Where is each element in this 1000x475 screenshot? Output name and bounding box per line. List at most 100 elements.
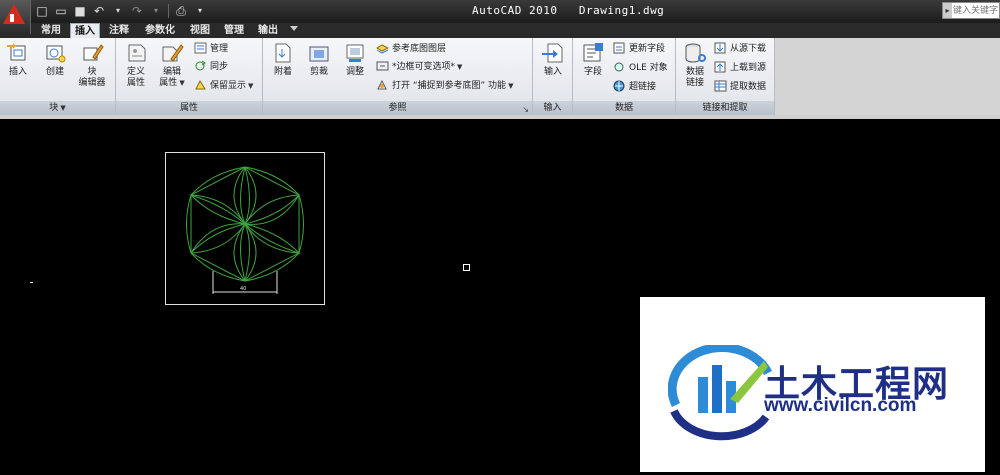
autocad-logo-icon bbox=[3, 4, 25, 24]
tab-view[interactable]: 视图 bbox=[186, 23, 214, 38]
tab-home[interactable]: 常用 bbox=[36, 23, 66, 38]
field-icon bbox=[583, 43, 603, 62]
tab-annotate[interactable]: 注释 bbox=[104, 23, 134, 38]
toolbar-separator bbox=[168, 4, 169, 18]
panel-label-block[interactable]: 块 ▼ bbox=[0, 101, 115, 115]
define-attributes-icon bbox=[128, 44, 146, 62]
block-editor-button[interactable]: 块 编辑器 bbox=[74, 41, 110, 89]
redo-icon[interactable]: ↷ bbox=[130, 4, 144, 18]
synchronize-icon bbox=[195, 60, 206, 71]
petal-arcs bbox=[186, 166, 304, 282]
search-expand-icon[interactable]: ▸ bbox=[943, 3, 952, 18]
edit-attributes-button[interactable]: 编辑 属性 ▼ bbox=[154, 41, 190, 89]
data-link-button[interactable]: 数据 链接 bbox=[677, 41, 713, 89]
snap-to-underlay-button[interactable]: 打开 “捕捉到参考底图” 功能 ▼ bbox=[376, 79, 513, 94]
tab-output[interactable]: 输出 bbox=[254, 23, 282, 38]
adjust-icon bbox=[346, 44, 364, 62]
title-bar: □ ▭ ■ ↶ ▾ ↷ ▾ ⎙ ▾ AutoCAD 2010 Drawing1.… bbox=[0, 0, 1000, 23]
ribbon-empty-area bbox=[775, 38, 1000, 115]
extract-data-icon bbox=[714, 80, 727, 92]
panel-dialog-launcher-icon[interactable]: ↘ bbox=[522, 105, 529, 114]
save-icon[interactable]: ■ bbox=[73, 4, 87, 18]
insert-block-icon bbox=[7, 43, 26, 61]
dropdown-arrow-icon: ▼ bbox=[248, 82, 254, 90]
crosshair-pickbox bbox=[463, 264, 470, 271]
tab-parametric[interactable]: 参数化 bbox=[140, 23, 180, 38]
dimension-text: 40 bbox=[240, 286, 247, 292]
update-fields-icon bbox=[613, 42, 625, 54]
watermark-url: www.civilcn.com bbox=[764, 395, 917, 416]
clip-button[interactable]: 剪裁 bbox=[301, 41, 337, 78]
panel-reference: 附着 剪裁 调整 参考底图图层 *边框可变选项* ▼ 打开 “捕捉到参考底图” 功… bbox=[263, 38, 533, 115]
panel-label-import: 输入 bbox=[533, 101, 572, 115]
hyperlink-icon bbox=[613, 80, 625, 92]
ribbon: 插入 创建 块 编辑器 块 ▼ 定义 属性 编辑 属性 ▼ 管理 同步 保留显示… bbox=[0, 38, 775, 115]
drawing-viewport-frame: 40 bbox=[165, 152, 325, 305]
define-attributes-button[interactable]: 定义 属性 bbox=[118, 41, 154, 89]
import-button[interactable]: 输入 bbox=[535, 41, 571, 78]
insert-block-button[interactable]: 插入 bbox=[0, 41, 36, 78]
panel-block: 插入 创建 块 编辑器 块 ▼ bbox=[0, 38, 116, 115]
open-file-icon[interactable]: ▭ bbox=[54, 4, 68, 18]
update-fields-button[interactable]: 更新字段 bbox=[613, 42, 665, 57]
panel-linking: 数据 链接 从源下载 上载到源 提取数据 链接和提取 bbox=[676, 38, 775, 115]
clip-icon bbox=[309, 46, 329, 62]
frame-options-button[interactable]: *边框可变选项* ▼ bbox=[376, 60, 462, 75]
create-block-icon bbox=[46, 45, 66, 63]
panel-data: 字段 更新字段 OLE 对象 超链接 数据 bbox=[573, 38, 676, 115]
edit-attributes-icon bbox=[162, 44, 184, 62]
undo-dropdown-icon[interactable]: ▾ bbox=[111, 4, 125, 18]
block-editor-icon bbox=[83, 44, 104, 61]
ole-object-button[interactable]: OLE 对象 bbox=[613, 61, 668, 76]
window-title: AutoCAD 2010 Drawing1.dwg bbox=[472, 4, 665, 17]
canvas-mark bbox=[30, 282, 33, 283]
download-from-source-icon bbox=[714, 42, 726, 54]
underlay-layers-button[interactable]: 参考底图图层 bbox=[376, 42, 446, 57]
underlay-layers-icon bbox=[376, 44, 389, 54]
undo-icon[interactable]: ↶ bbox=[92, 4, 106, 18]
plot-icon[interactable]: ⎙ bbox=[174, 4, 188, 18]
ole-object-icon bbox=[614, 62, 624, 72]
frame-options-icon bbox=[376, 61, 389, 71]
manage-attributes-button[interactable]: 管理 bbox=[194, 42, 228, 57]
search-box[interactable]: ▸ bbox=[942, 2, 1000, 19]
dropdown-arrow-icon: ▼ bbox=[508, 82, 514, 90]
manage-attributes-icon bbox=[194, 42, 207, 54]
new-file-icon[interactable]: □ bbox=[35, 4, 49, 18]
retain-display-icon bbox=[195, 79, 206, 90]
hyperlink-button[interactable]: 超链接 bbox=[613, 80, 656, 95]
search-input[interactable] bbox=[953, 3, 999, 18]
adjust-button[interactable]: 调整 bbox=[337, 41, 373, 78]
snap-to-underlay-icon bbox=[377, 79, 387, 90]
dropdown-arrow-icon: ▼ bbox=[457, 63, 463, 71]
upload-to-source-button[interactable]: 上载到源 bbox=[714, 61, 766, 76]
retain-display-button[interactable]: 保留显示 ▼ bbox=[194, 79, 253, 94]
application-menu-button[interactable] bbox=[0, 0, 31, 34]
hexagon-flower-drawing bbox=[186, 166, 304, 294]
quick-access-toolbar: □ ▭ ■ ↶ ▾ ↷ ▾ ⎙ ▾ bbox=[35, 3, 207, 19]
customize-dropdown-icon[interactable]: ▾ bbox=[193, 4, 207, 18]
panel-label-reference: 参照 bbox=[263, 101, 532, 115]
synchronize-button[interactable]: 同步 bbox=[194, 60, 228, 75]
download-from-source-button[interactable]: 从源下载 bbox=[714, 42, 766, 57]
upload-to-source-icon bbox=[714, 61, 726, 73]
attach-button[interactable]: 附着 bbox=[265, 41, 301, 78]
ribbon-tab-bar: 常用 插入 注释 参数化 视图 管理 输出 bbox=[0, 23, 1000, 38]
tab-manage[interactable]: 管理 bbox=[220, 23, 248, 38]
create-block-button[interactable]: 创建 bbox=[37, 41, 73, 78]
redo-dropdown-icon[interactable]: ▾ bbox=[149, 4, 163, 18]
tab-insert[interactable]: 插入 bbox=[70, 23, 100, 38]
field-button[interactable]: 字段 bbox=[575, 41, 611, 78]
panel-label-attributes: 属性 bbox=[116, 101, 262, 115]
data-link-icon bbox=[685, 43, 706, 63]
panel-label-linking: 链接和提取 bbox=[676, 101, 774, 115]
extract-data-button[interactable]: 提取数据 bbox=[714, 80, 766, 95]
attach-icon bbox=[275, 43, 291, 63]
civil-logo-icon bbox=[668, 345, 773, 441]
dropdown-arrow-icon: ▼ bbox=[179, 79, 185, 87]
panel-import: 输入 输入 bbox=[533, 38, 573, 115]
minimize-ribbon-icon[interactable] bbox=[290, 26, 298, 31]
watermark-logo: 土木工程网 www.civilcn.com bbox=[640, 297, 985, 472]
panel-label-data: 数据 bbox=[573, 101, 675, 115]
panel-attributes: 定义 属性 编辑 属性 ▼ 管理 同步 保留显示 ▼ 属性 bbox=[116, 38, 263, 115]
